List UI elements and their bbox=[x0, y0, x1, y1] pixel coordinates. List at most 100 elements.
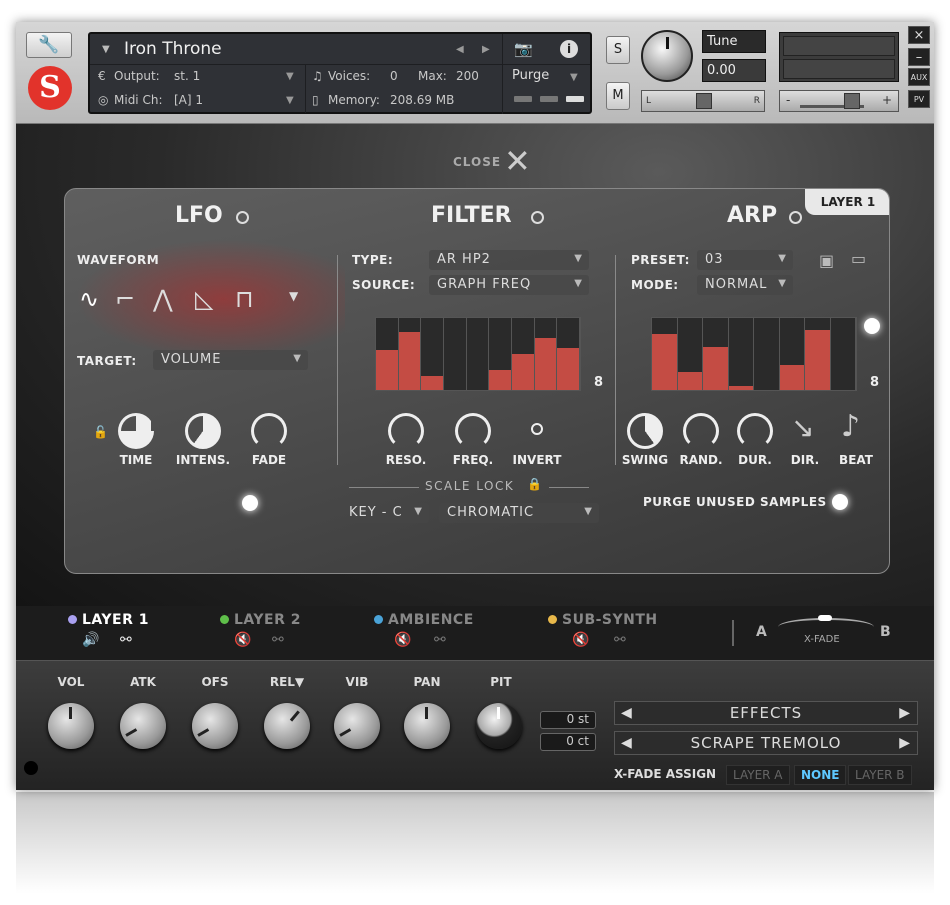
graph-step-3[interactable] bbox=[421, 318, 445, 390]
graph-step-5[interactable] bbox=[467, 318, 490, 390]
target-dropdown[interactable]: VOLUME ▼ bbox=[153, 350, 308, 370]
layer-tab-sub-synth[interactable]: SUB-SYNTH bbox=[548, 612, 658, 628]
atk-knob[interactable] bbox=[120, 703, 166, 749]
rand-knob[interactable] bbox=[683, 413, 719, 449]
graph-step-5[interactable] bbox=[754, 318, 780, 390]
speaker-mute-icon[interactable]: 🔇 bbox=[572, 632, 589, 648]
freq-knob[interactable] bbox=[455, 413, 491, 449]
prev-instrument-icon[interactable]: ◀ bbox=[456, 44, 464, 55]
layer-tab-2[interactable]: LAYER 2 bbox=[220, 612, 301, 628]
lfo-time-knob[interactable] bbox=[118, 413, 154, 449]
purge-unused-toggle[interactable] bbox=[832, 494, 848, 510]
note-icon[interactable]: ♪ bbox=[841, 409, 860, 444]
max-value[interactable]: 200 bbox=[456, 69, 479, 83]
dur-knob[interactable] bbox=[737, 413, 773, 449]
graph-step-6[interactable] bbox=[489, 318, 513, 390]
graph-step-7[interactable] bbox=[512, 318, 535, 390]
graph-step-6[interactable] bbox=[779, 318, 805, 390]
prev-arrow-icon[interactable]: ◀ bbox=[621, 702, 633, 724]
speaker-on-icon[interactable]: 🔊 bbox=[82, 632, 99, 648]
tune-knob[interactable] bbox=[641, 30, 693, 82]
camera-icon[interactable]: 📷 bbox=[514, 40, 533, 58]
folder-icon[interactable]: ▭ bbox=[851, 249, 866, 268]
vib-knob[interactable] bbox=[334, 703, 380, 749]
invert-toggle[interactable] bbox=[531, 423, 543, 435]
rel-knob[interactable] bbox=[264, 703, 310, 749]
arp-mode-dropdown[interactable]: NORMAL ▼ bbox=[697, 275, 793, 295]
filter-enable-toggle[interactable] bbox=[531, 211, 544, 224]
next-arrow-icon[interactable]: ▶ bbox=[899, 732, 911, 754]
scale-dropdown[interactable]: CHROMATIC ▼ bbox=[439, 503, 599, 523]
reso-knob[interactable] bbox=[388, 413, 424, 449]
prev-arrow-icon[interactable]: ◀ bbox=[621, 732, 633, 754]
graph-step-7[interactable] bbox=[805, 318, 831, 390]
wrench-icon[interactable]: 🔧 bbox=[26, 32, 72, 58]
square-wave-icon[interactable]: ⌐ bbox=[115, 285, 135, 313]
solo-button[interactable]: S bbox=[606, 36, 630, 64]
random-wave-icon[interactable]: ⊓ bbox=[235, 285, 254, 313]
arp-step-count[interactable]: 8 bbox=[870, 375, 879, 390]
link-icon[interactable]: ⚯ bbox=[120, 632, 132, 648]
effects-selector[interactable]: ◀ EFFECTS ▶ bbox=[614, 701, 918, 725]
graph-step-1[interactable] bbox=[376, 318, 399, 390]
minimize-button[interactable]: – bbox=[908, 48, 930, 66]
lfo-fade-knob[interactable] bbox=[251, 413, 287, 449]
instrument-title[interactable]: Iron Throne bbox=[124, 39, 222, 59]
effect-preset-selector[interactable]: ◀ SCRAPE TREMOLO ▶ bbox=[614, 731, 918, 755]
midi-value[interactable]: [A] 1 bbox=[174, 93, 203, 107]
sine-wave-icon[interactable]: ∿ bbox=[79, 285, 99, 313]
speaker-mute-icon[interactable]: 🔇 bbox=[234, 632, 251, 648]
graph-step-1[interactable] bbox=[652, 318, 678, 390]
graph-step-2[interactable] bbox=[398, 318, 422, 390]
graph-step-8[interactable] bbox=[534, 318, 558, 390]
volume-slider[interactable]: - + bbox=[779, 90, 899, 112]
pitch-cent-value[interactable]: 0 ct bbox=[540, 733, 596, 751]
layer-tab-1[interactable]: LAYER 1 bbox=[68, 612, 149, 628]
arp-preset-dropdown[interactable]: 03 ▼ bbox=[697, 250, 793, 270]
link-icon[interactable]: ⚯ bbox=[614, 632, 626, 648]
swing-knob[interactable] bbox=[627, 413, 663, 449]
mute-button[interactable]: M bbox=[606, 82, 630, 110]
layer-tab-ambience[interactable]: AMBIENCE bbox=[374, 612, 474, 628]
lock-icon[interactable]: 🔒 bbox=[527, 477, 542, 491]
triangle-wave-icon[interactable]: ⋀ bbox=[153, 285, 173, 313]
link-icon[interactable]: ⚯ bbox=[272, 632, 284, 648]
chevron-down-icon[interactable]: ▼ bbox=[102, 44, 110, 55]
filter-source-dropdown[interactable]: GRAPH FREQ ▼ bbox=[429, 275, 589, 295]
lfo-retrigger-toggle[interactable] bbox=[242, 495, 258, 511]
direction-arrow-icon[interactable]: ↘ bbox=[791, 411, 814, 444]
link-icon[interactable]: ⚯ bbox=[434, 632, 446, 648]
chevron-down-icon[interactable]: ▼ bbox=[289, 289, 298, 303]
knob-label[interactable]: REL▼ bbox=[262, 675, 312, 689]
graph-step-8[interactable] bbox=[831, 318, 856, 390]
speaker-mute-icon[interactable]: 🔇 bbox=[394, 632, 411, 648]
xfade-none-option[interactable]: NONE bbox=[794, 765, 847, 785]
lfo-intensity-knob[interactable] bbox=[185, 413, 221, 449]
pan-slider[interactable]: L R bbox=[641, 90, 765, 112]
filter-step-count[interactable]: 8 bbox=[594, 375, 603, 390]
aux-button[interactable]: AUX bbox=[908, 68, 930, 86]
next-instrument-icon[interactable]: ▶ bbox=[482, 44, 490, 55]
xfade-layer-b-option[interactable]: LAYER B bbox=[848, 765, 912, 785]
arp-graph-toggle[interactable] bbox=[864, 318, 880, 334]
purge-menu[interactable]: Purge bbox=[512, 68, 549, 83]
pitch-knob[interactable] bbox=[476, 703, 522, 749]
close-window-button[interactable]: × bbox=[908, 26, 930, 44]
graph-step-4[interactable] bbox=[728, 318, 754, 390]
arp-step-graph[interactable] bbox=[651, 317, 857, 391]
graph-step-3[interactable] bbox=[703, 318, 729, 390]
ofs-knob[interactable] bbox=[192, 703, 238, 749]
info-icon[interactable]: i bbox=[560, 40, 578, 58]
xfade-control[interactable]: A X-FADE B bbox=[732, 606, 934, 660]
pitch-semitone-value[interactable]: 0 st bbox=[540, 711, 596, 729]
key-dropdown[interactable]: KEY - C ▼ bbox=[341, 503, 429, 523]
lock-icon[interactable]: 🔓 bbox=[93, 425, 108, 439]
resize-handle[interactable] bbox=[24, 761, 38, 775]
tune-value[interactable]: 0.00 bbox=[702, 59, 766, 82]
graph-step-9[interactable] bbox=[557, 318, 581, 390]
arp-enable-toggle[interactable] bbox=[789, 211, 802, 224]
close-icon[interactable]: ✕ bbox=[504, 142, 531, 180]
graph-step-4[interactable] bbox=[444, 318, 467, 390]
graph-step-2[interactable] bbox=[677, 318, 703, 390]
xfade-layer-a-option[interactable]: LAYER A bbox=[726, 765, 790, 785]
